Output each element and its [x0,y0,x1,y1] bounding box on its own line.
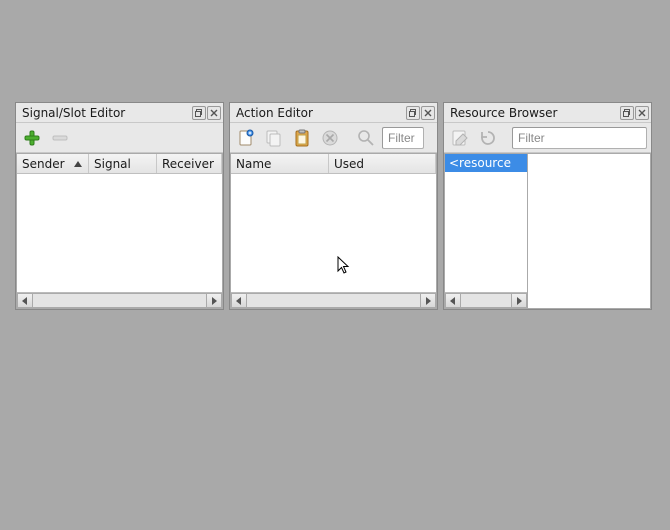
column-used[interactable]: Used [329,154,436,173]
scroll-right-icon[interactable] [511,293,527,308]
signal-slot-editor-panel: Signal/Slot Editor Sender Signal Receive… [15,102,224,310]
paste-action-button[interactable] [290,126,314,150]
column-name[interactable]: Name [231,154,329,173]
delete-action-button[interactable] [318,126,342,150]
filter-input[interactable] [512,127,647,149]
toolbar [230,123,437,153]
scroll-left-icon[interactable] [231,293,247,308]
action-table: Name Used [230,153,437,309]
titlebar[interactable]: Resource Browser [444,103,651,123]
h-scrollbar[interactable] [445,292,527,308]
configure-icon[interactable] [354,126,378,150]
scroll-left-icon[interactable] [17,293,33,308]
close-icon[interactable] [635,106,649,120]
table-body[interactable] [17,174,222,292]
scroll-right-icon[interactable] [206,293,222,308]
remove-button[interactable] [48,126,72,150]
scroll-right-icon[interactable] [420,293,436,308]
scroll-track[interactable] [247,293,420,308]
toolbar [16,123,223,153]
resource-view: <resource [444,153,651,309]
resource-preview[interactable] [528,153,651,309]
resource-browser-panel: Resource Browser <resource [443,102,652,310]
close-icon[interactable] [421,106,435,120]
copy-action-button[interactable] [262,126,286,150]
titlebar[interactable]: Signal/Slot Editor [16,103,223,123]
restore-icon[interactable] [620,106,634,120]
table-header: Sender Signal Receiver [17,154,222,174]
filter-input[interactable] [382,127,424,149]
resource-tree[interactable]: <resource [444,153,528,309]
signal-slot-table: Sender Signal Receiver [16,153,223,309]
scroll-track[interactable] [461,293,511,308]
reload-button[interactable] [476,126,500,150]
add-button[interactable] [20,126,44,150]
tree-root-item[interactable]: <resource [445,154,527,172]
h-scrollbar[interactable] [231,292,436,308]
panel-title: Action Editor [236,106,405,120]
close-icon[interactable] [207,106,221,120]
column-receiver[interactable]: Receiver [157,154,222,173]
restore-icon[interactable] [192,106,206,120]
restore-icon[interactable] [406,106,420,120]
edit-resources-button[interactable] [448,126,472,150]
table-header: Name Used [231,154,436,174]
new-action-button[interactable] [234,126,258,150]
column-signal[interactable]: Signal [89,154,157,173]
toolbar [444,123,651,153]
scroll-left-icon[interactable] [445,293,461,308]
panel-title: Resource Browser [450,106,619,120]
action-editor-panel: Action Editor [229,102,438,310]
table-body[interactable] [231,174,436,292]
h-scrollbar[interactable] [17,292,222,308]
titlebar[interactable]: Action Editor [230,103,437,123]
panel-title: Signal/Slot Editor [22,106,191,120]
column-sender[interactable]: Sender [17,154,89,173]
scroll-track[interactable] [33,293,206,308]
